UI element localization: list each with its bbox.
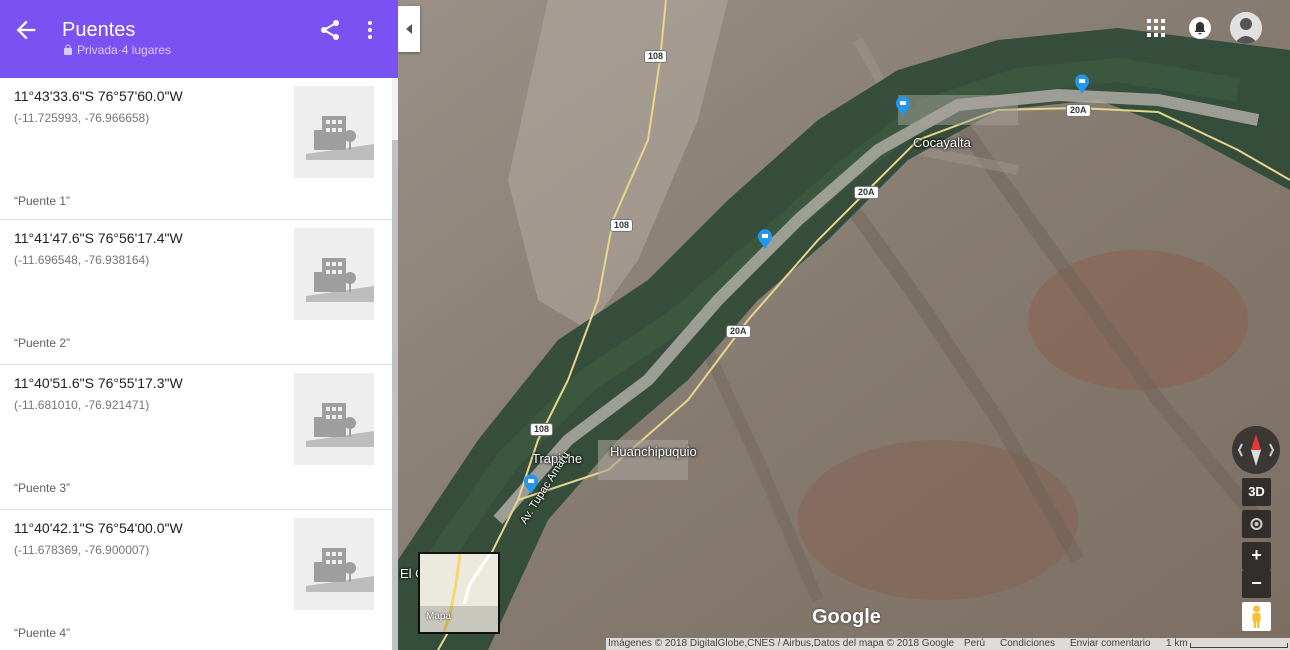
compass-button[interactable] — [1232, 426, 1280, 474]
place-note: “Puente 1” — [14, 194, 71, 208]
notifications-bell-icon[interactable] — [1188, 16, 1212, 40]
street-view-pegman[interactable] — [1242, 602, 1271, 631]
my-location-button[interactable] — [1242, 510, 1271, 538]
place-note: “Puente 3” — [14, 481, 71, 495]
pegman-icon — [1252, 605, 1261, 628]
map-type-toggle[interactable]: Mapa — [418, 552, 500, 634]
zoom-out-button[interactable]: − — [1242, 570, 1271, 598]
places-list: 11°43'33.6"S 76°57'60.0"W (-11.725993, -… — [0, 78, 392, 650]
map-type-label: Mapa — [426, 611, 452, 622]
map-pin-icon[interactable] — [523, 474, 539, 494]
scale-bar — [1190, 643, 1288, 648]
user-avatar-icon — [1230, 12, 1262, 44]
place-coords: 11°40'51.6"S 76°55'17.3"W — [14, 375, 183, 391]
place-note: “Puente 4” — [14, 626, 71, 640]
map-pin-icon[interactable] — [757, 229, 773, 249]
scale-label: 1 km — [1166, 638, 1188, 649]
places-panel: Puentes Privada·4 lugares 11°43'33.6"S 7… — [0, 0, 398, 650]
share-icon[interactable] — [318, 18, 342, 42]
place-item[interactable]: 11°40'42.1"S 76°54'00.0"W (-11.678369, -… — [0, 510, 392, 650]
more-vert-icon[interactable] — [358, 18, 382, 42]
route-108-label: 108 — [644, 50, 668, 63]
places-count: 4 lugares — [121, 43, 172, 57]
feedback-link[interactable]: Enviar comentario — [1070, 638, 1151, 650]
town-label-huanchipuquio[interactable]: Huanchipuquio — [610, 444, 697, 459]
place-item[interactable]: 11°43'33.6"S 76°57'60.0"W (-11.725993, -… — [0, 78, 392, 220]
place-item[interactable]: 11°40'51.6"S 76°55'17.3"W (-11.681010, -… — [0, 365, 392, 510]
my-location-icon — [1250, 518, 1263, 530]
google-logo: Google — [812, 606, 881, 628]
route-20a-label: 20A — [1066, 104, 1091, 117]
building-placeholder-icon — [294, 228, 374, 320]
place-decimal: (-11.681010, -76.921471) — [14, 398, 150, 412]
building-placeholder-icon — [294, 373, 374, 465]
route-108-label: 108 — [530, 423, 554, 436]
satellite-imagery — [398, 0, 1290, 650]
place-coords: 11°41'47.6"S 76°56'17.4"W — [14, 230, 183, 246]
zoom-in-button[interactable]: + — [1242, 542, 1271, 570]
compass-needle-icon — [1237, 434, 1275, 466]
map-pin-icon[interactable] — [895, 96, 911, 116]
place-coords: 11°43'33.6"S 76°57'60.0"W — [14, 88, 183, 104]
back-arrow-icon[interactable] — [12, 16, 40, 44]
toggle-3d-button[interactable]: 3D — [1242, 478, 1271, 506]
imagery-attribution: Imágenes © 2018 DigitalGlobe,CNES / Airb… — [608, 638, 955, 649]
panel-header: Puentes Privada·4 lugares — [0, 0, 398, 78]
place-decimal: (-11.725993, -76.966658) — [14, 111, 150, 125]
collapse-panel-button[interactable] — [398, 6, 420, 52]
list-subtitle: Privada·4 lugares — [62, 43, 171, 57]
terms-link[interactable]: Condiciones — [1000, 638, 1055, 650]
building-placeholder-icon — [294, 86, 374, 178]
attribution-bar: Imágenes © 2018 DigitalGlobe,CNES / Airb… — [606, 638, 1290, 650]
account-avatar[interactable] — [1230, 12, 1262, 44]
caret-left-icon — [406, 24, 412, 34]
route-20a-label: 20A — [854, 186, 879, 199]
place-decimal: (-11.678369, -76.900007) — [14, 543, 150, 557]
place-note: “Puente 2” — [14, 336, 71, 350]
place-decimal: (-11.696548, -76.938164) — [14, 253, 150, 267]
place-item[interactable]: 11°41'47.6"S 76°56'17.4"W (-11.696548, -… — [0, 220, 392, 365]
building-placeholder-icon — [294, 518, 374, 610]
satellite-map[interactable]: 108 108 108 20A 20A 20A Cocayalta Trapic… — [398, 0, 1290, 650]
apps-grid-icon[interactable] — [1144, 16, 1168, 40]
list-title: Puentes — [62, 19, 136, 41]
privacy-label: Privada — [77, 43, 118, 57]
route-108-label: 108 — [610, 219, 634, 232]
country-link[interactable]: Perú — [964, 638, 985, 650]
route-20a-label: 20A — [726, 325, 751, 338]
place-coords: 11°40'42.1"S 76°54'00.0"W — [14, 520, 183, 536]
lock-icon — [64, 44, 72, 55]
town-label-cocayalta[interactable]: Cocayalta — [913, 135, 971, 150]
map-pin-icon[interactable] — [1074, 74, 1090, 94]
